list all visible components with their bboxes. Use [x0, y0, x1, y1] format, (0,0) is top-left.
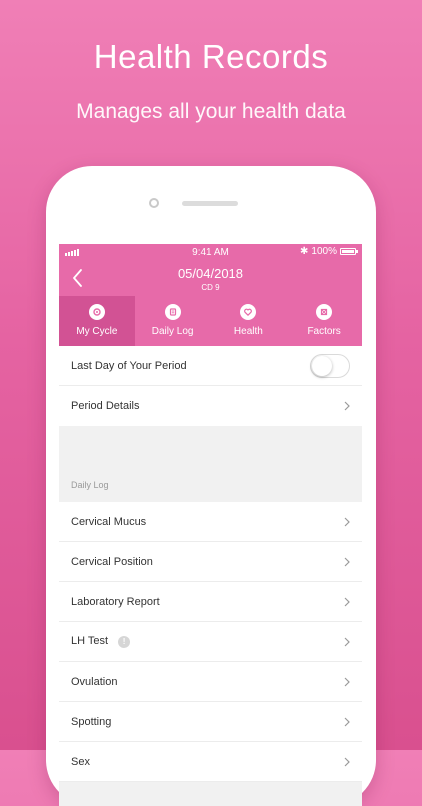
list-item[interactable]: Spotting — [59, 702, 362, 742]
period-details-row[interactable]: Period Details — [59, 386, 362, 426]
row-label: Cervical Position — [71, 555, 153, 568]
list-item[interactable]: Sex — [59, 742, 362, 782]
cycle-icon — [88, 304, 105, 320]
list-item[interactable]: Cervical Mucus — [59, 502, 362, 542]
tab-health[interactable]: Health — [211, 296, 287, 346]
hero-subtitle: Manages all your health data — [76, 100, 346, 123]
chevron-right-icon — [344, 757, 350, 766]
header-date: 05/04/2018 — [177, 266, 244, 281]
chevron-right-icon — [344, 677, 350, 686]
nav-row: 05/04/2018 CD 9 — [59, 260, 362, 296]
factors-icon — [316, 304, 333, 320]
cycle-list: Last Day of Your Period Period Details — [59, 346, 362, 426]
phone-frame: 9:41 AM ✱ 100% 05/04/2018 CD 9 My Cycle … — [46, 166, 376, 806]
phone-screen: 9:41 AM ✱ 100% 05/04/2018 CD 9 My Cycle … — [59, 244, 362, 806]
daily-log-icon — [164, 304, 181, 320]
row-label: Ovulation — [71, 675, 118, 688]
tab-bar: My Cycle Daily Log Health Factors — [59, 296, 362, 346]
phone-speaker — [182, 201, 238, 206]
health-icon — [240, 304, 257, 320]
lh-test-label: LH Test — [71, 635, 109, 648]
chevron-right-icon — [344, 557, 350, 566]
chevron-right-icon — [344, 401, 350, 411]
tab-label: Health — [233, 326, 263, 337]
row-label: Cervical Mucus — [71, 515, 147, 528]
tab-factors[interactable]: Factors — [286, 296, 362, 346]
chevron-right-icon — [344, 517, 350, 526]
chevron-right-icon — [344, 717, 350, 726]
row-label: Period Details — [71, 400, 140, 412]
row-label: LH Test! — [71, 635, 344, 648]
info-icon[interactable]: ! — [118, 635, 131, 648]
status-right: ✱ 100% — [300, 246, 358, 257]
row-label: Spotting — [71, 715, 112, 728]
battery-icon — [340, 248, 358, 255]
list-item[interactable]: Laboratory Report — [59, 582, 362, 622]
list-item[interactable]: Cervical Position — [59, 542, 362, 582]
tab-label: Daily Log — [151, 326, 194, 337]
tab-label: My Cycle — [76, 326, 118, 337]
chevron-right-icon — [344, 637, 350, 646]
list-item[interactable]: LH Test! — [59, 622, 362, 662]
row-label: Laboratory Report — [71, 595, 160, 608]
last-day-toggle[interactable] — [310, 353, 350, 378]
chevron-right-icon — [344, 597, 350, 606]
row-label: Last Day of Your Period — [71, 359, 187, 372]
hero-title: Health Records — [93, 38, 329, 75]
app-header: 9:41 AM ✱ 100% 05/04/2018 CD 9 My Cycle … — [59, 244, 362, 346]
daily-log-list: Cervical Mucus Cervical Position Laborat… — [59, 502, 362, 782]
bluetooth-icon: ✱ — [300, 246, 309, 257]
row-label: Sex — [71, 755, 90, 768]
toggle-knob — [312, 355, 332, 376]
status-bar: 9:41 AM ✱ 100% — [59, 244, 362, 260]
phone-camera — [149, 198, 159, 208]
section-header-daily-log: Daily Log — [59, 474, 362, 502]
tab-label: Factors — [307, 326, 341, 337]
cycle-day: CD 9 — [201, 283, 220, 292]
list-item[interactable]: Ovulation — [59, 662, 362, 702]
last-day-of-period-row: Last Day of Your Period — [59, 346, 362, 386]
battery-percent: 100% — [311, 246, 337, 257]
tab-daily-log[interactable]: Daily Log — [135, 296, 211, 346]
tab-my-cycle[interactable]: My Cycle — [59, 296, 135, 346]
section-gap — [59, 426, 362, 474]
